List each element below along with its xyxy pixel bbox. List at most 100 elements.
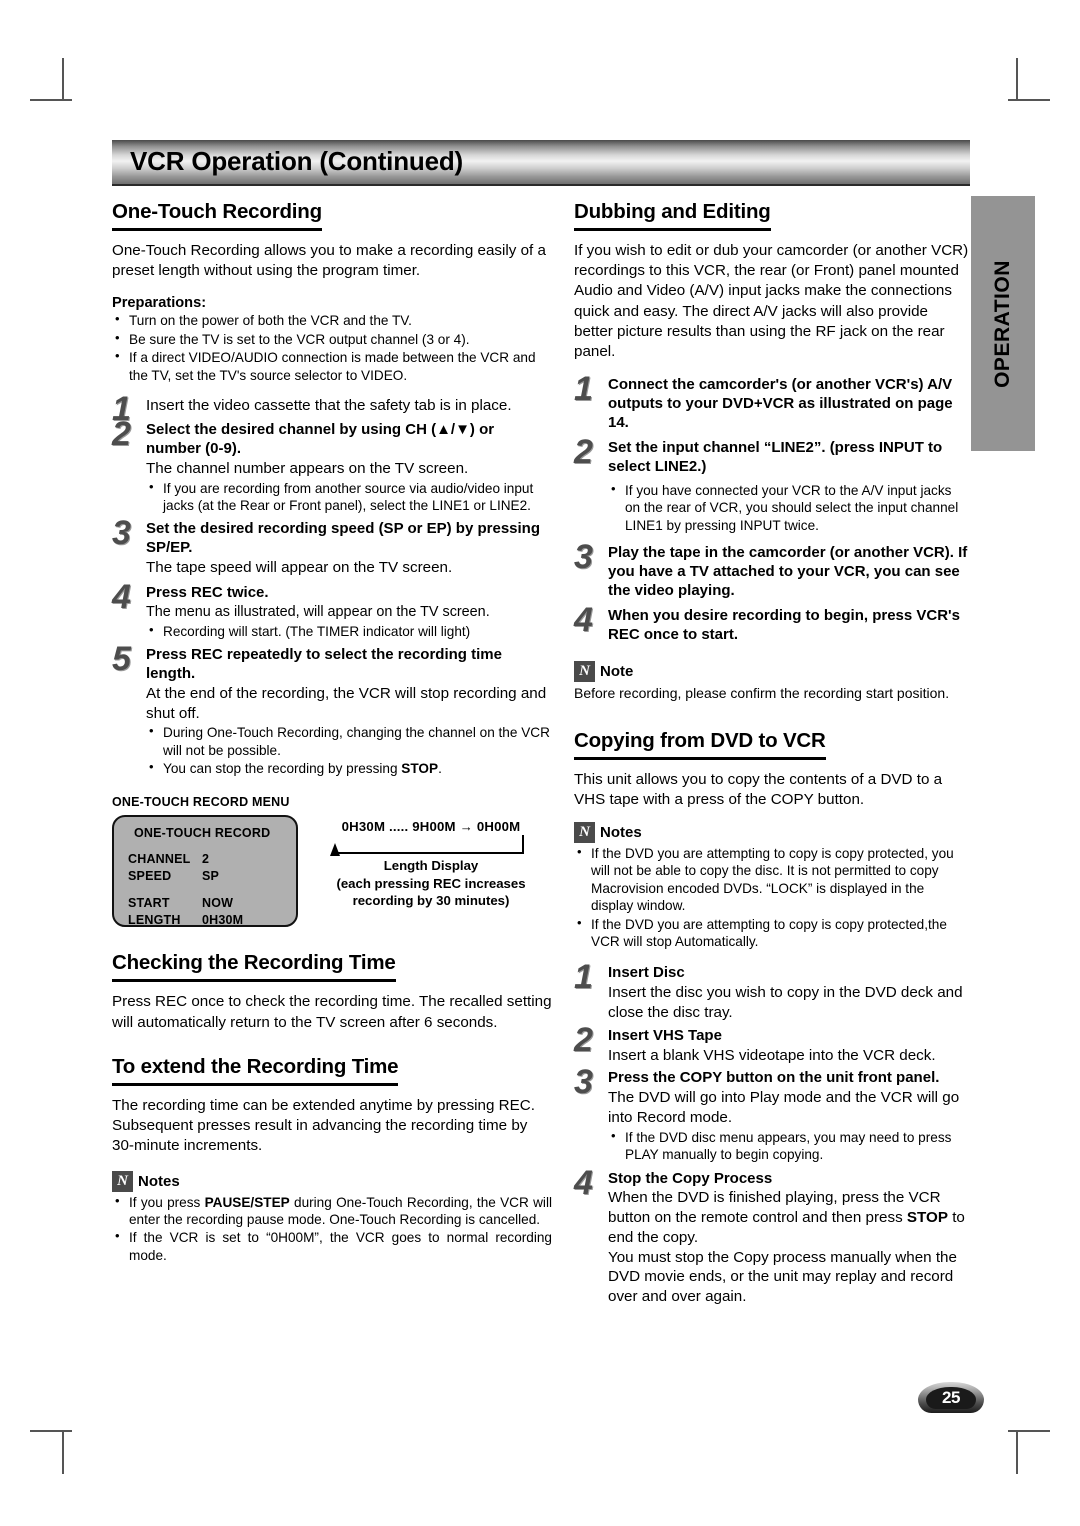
osd-row-speed: SPEED SP [128, 868, 296, 885]
crop-mark-top-right-vertical [1016, 58, 1018, 100]
section-checking-recording-time: Checking the Recording Time [112, 951, 552, 984]
one-touch-record-figure: ONE-TOUCH RECORD CHANNEL 2 SPEED SP STAR… [112, 815, 552, 929]
step-bullets: If you are recording from another source… [146, 479, 552, 515]
osd-row-channel: CHANNEL 2 [128, 851, 296, 868]
step-bullets: If you have connected your VCR to the A/… [608, 481, 970, 534]
figure-title-one-touch-record-menu: ONE-TOUCH RECORD MENU [112, 795, 290, 810]
dubbing-step-1: 1 Connect the camcorder's (or another VC… [574, 372, 970, 433]
extend-recording-time-body-2: Subsequent presses result in advancing t… [112, 1117, 528, 1155]
crop-mark-bottom-right-vertical [1016, 1432, 1018, 1474]
note-header-right: N Note [574, 661, 970, 683]
step-bullets: During One-Touch Recording, changing the… [146, 723, 552, 777]
step-number: 2 [574, 432, 593, 471]
crop-mark-top-left-vertical [62, 58, 64, 100]
step-bullet-item: If you are recording from another source… [146, 479, 552, 515]
step-body: The channel number appears on the TV scr… [146, 459, 469, 477]
note-item: If the DVD you are attempting to copy is… [574, 844, 970, 915]
checking-recording-time-body: Press REC once to check the recording ti… [112, 993, 552, 1031]
osd-spacer [128, 884, 296, 895]
copying-step-4: 4 Stop the Copy Process When the DVD is … [574, 1166, 970, 1307]
crop-mark-top-left-horizontal [30, 99, 72, 101]
length-display-sequence: 0H30M ..... 9H00M → 0H00M [341, 819, 521, 835]
step-bullet-item: If you have connected your VCR to the A/… [608, 481, 970, 534]
section-heading-one-touch-recording: One-Touch Recording [112, 200, 322, 231]
crop-mark-bottom-right-horizontal [1008, 1430, 1050, 1432]
step-number: 2 [574, 1020, 593, 1059]
section-extend-recording-time: To extend the Recording Time [112, 1055, 552, 1088]
page-number-badge: 25 [918, 1382, 984, 1413]
bracket-horizontal-line [336, 852, 524, 855]
column-gutter [552, 200, 574, 1307]
length-display-figure: 0H30M ..... 9H00M → 0H00M Length Display… [320, 815, 542, 908]
dubbing-step-4: 4 When you desire recording to begin, pr… [574, 603, 970, 645]
page-title: VCR Operation (Continued) [130, 145, 463, 176]
step-number: 2 [112, 415, 131, 454]
notes-list-copying: If the DVD you are attempting to copy is… [574, 844, 970, 950]
length-display-loop-bracket [330, 835, 532, 857]
copying-step-2: 2 Insert VHS Tape Insert a blank VHS vid… [574, 1023, 970, 1066]
otr-step-5: 5 Press REC repeatedly to select the rec… [112, 642, 552, 777]
section-heading-copying-dvd-to-vcr: Copying from DVD to VCR [574, 729, 826, 760]
dubbing-intro: If you wish to edit or dub your camcorde… [574, 242, 969, 361]
step-body: Insert a blank VHS videotape into the VC… [608, 1046, 936, 1064]
section-tab-operation: OPERATION [971, 196, 1035, 451]
osd-key: LENGTH [128, 912, 181, 927]
step-bullet-item: During One-Touch Recording, changing the… [146, 723, 552, 759]
bracket-right-stem [522, 835, 524, 855]
note-item: If the VCR is set to “0H00M”, the VCR go… [112, 1228, 552, 1264]
note-icon: N [574, 822, 595, 844]
preparations-item: Turn on the power of both the VCR and th… [112, 311, 552, 329]
note-label: Note [600, 663, 634, 681]
section-heading-checking-recording-time: Checking the Recording Time [112, 951, 396, 983]
step-body: At the end of the recording, the VCR wil… [146, 684, 547, 722]
step-title: Play the tape in the camcorder (or anoth… [608, 543, 968, 599]
section-heading-dubbing-and-editing: Dubbing and Editing [574, 200, 771, 231]
preparations-item: Be sure the TV is set to the VCR output … [112, 330, 552, 348]
otr-step-2: 2 Select the desired channel by using CH… [112, 417, 552, 515]
osd-row-length: LENGTH 0H30M [128, 912, 296, 929]
step-bullets: Recording will start. (The TIMER indicat… [146, 622, 552, 640]
otr-step-4: 4 Press REC twice. The menu as illustrat… [112, 580, 552, 640]
section-copying-dvd-to-vcr: Copying from DVD to VCR [574, 729, 970, 762]
left-column: One-Touch Recording One-Touch Recording … [112, 200, 552, 1307]
osd-value: SP [202, 868, 220, 883]
step-title: Press the COPY button on the unit front … [608, 1069, 940, 1087]
step-title: Set the desired recording speed (SP or E… [146, 520, 540, 557]
dubbing-step-2: 2 Set the input channel “LINE2”. (press … [574, 435, 970, 534]
step-title: Set the input channel “LINE2”. (press IN… [608, 438, 943, 475]
step-number: 4 [574, 600, 593, 639]
step-number: 3 [574, 537, 593, 576]
step-body: The tape speed will appear on the TV scr… [146, 559, 453, 577]
crop-mark-top-right-horizontal [1008, 99, 1050, 101]
step-title: When you desire recording to begin, pres… [608, 606, 960, 643]
notes-list-left: If you press PAUSE/STEP during One-Touch… [112, 1193, 552, 1265]
extend-recording-time-body-1: The recording time can be extended anyti… [112, 1096, 535, 1114]
one-touch-recording-intro: One-Touch Recording allows you to make a… [112, 242, 546, 280]
step-title: Select the desired channel by using CH (… [146, 421, 495, 458]
step-title: Stop the Copy Process [608, 1169, 773, 1187]
copying-step-1: 1 Insert Disc Insert the disc you wish t… [574, 960, 970, 1022]
length-display-caption-line3: recording by 30 minutes) [352, 892, 510, 908]
step-bullet-item: If the DVD disc menu appears, you may ne… [608, 1128, 970, 1164]
notes-label: Notes [600, 824, 642, 842]
step-number: 1 [574, 370, 593, 409]
note-item: If you press PAUSE/STEP during One-Touch… [112, 1193, 552, 1229]
osd-key: START [128, 896, 170, 911]
up-arrow-icon [330, 843, 340, 857]
osd-key: CHANNEL [128, 852, 191, 867]
otr-step-1: 1 Insert the video cassette that the saf… [112, 392, 552, 426]
note-icon: N [574, 661, 595, 683]
crop-mark-bottom-left-vertical [62, 1432, 64, 1474]
dubbing-step-3: 3 Play the tape in the camcorder (or ano… [574, 540, 970, 601]
step-title: Press REC repeatedly to select the recor… [146, 645, 502, 682]
osd-value: NOW [202, 896, 234, 911]
osd-key: SPEED [128, 868, 172, 883]
osd-menu-box: ONE-TOUCH RECORD CHANNEL 2 SPEED SP STAR… [112, 815, 298, 929]
step-body: Insert the disc you wish to copy in the … [608, 984, 963, 1021]
step-number: 3 [574, 1063, 593, 1102]
step-body: When the DVD is finished playing, press … [608, 1189, 965, 1246]
step-title: Insert Disc [608, 964, 685, 982]
preparations-label: Preparations: [112, 295, 207, 312]
osd-row-start: START NOW [128, 895, 296, 912]
page-header-banner: VCR Operation (Continued) [112, 140, 970, 186]
